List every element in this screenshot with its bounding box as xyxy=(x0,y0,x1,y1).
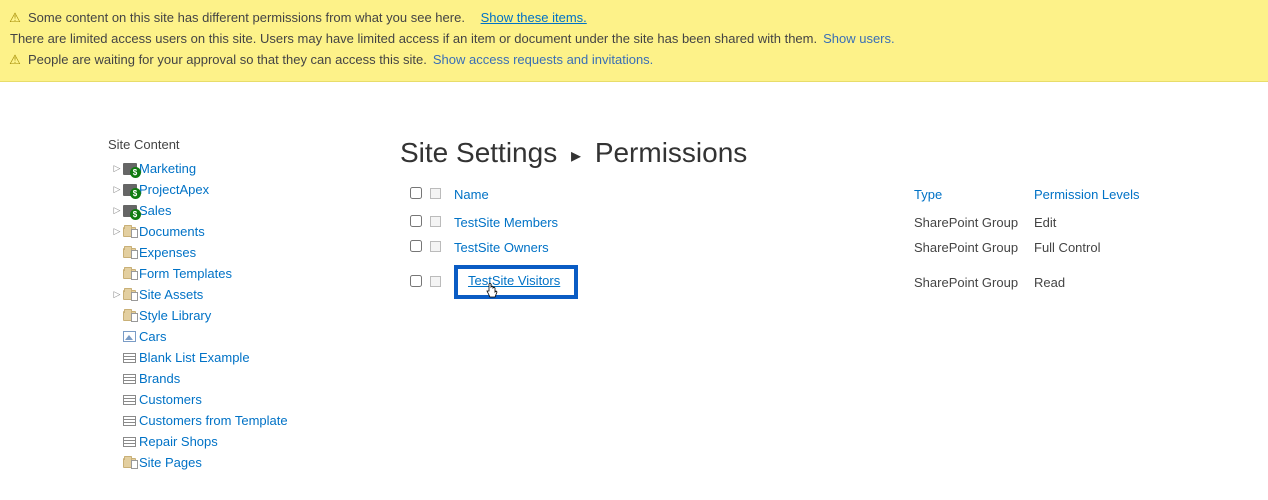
sidebar-item[interactable]: ▷$Marketing xyxy=(108,158,380,179)
sidebar-item-label[interactable]: Expenses xyxy=(139,242,196,263)
show-users-link[interactable]: Show users. xyxy=(823,29,895,49)
expand-caret-icon[interactable]: ▷ xyxy=(112,221,122,242)
sidebar-item[interactable]: ▷$ProjectApex xyxy=(108,179,380,200)
expand-caret-icon[interactable]: ▷ xyxy=(112,179,122,200)
sidebar-item[interactable]: Customers from Template xyxy=(108,410,380,431)
list-icon xyxy=(122,434,137,449)
row-type-icon xyxy=(430,216,441,227)
group-type: SharePoint Group xyxy=(914,235,1034,260)
folder-doc-icon xyxy=(122,287,137,302)
list-icon xyxy=(122,392,137,407)
col-header-name[interactable]: Name xyxy=(454,183,914,210)
sidebar-item-label[interactable]: Documents xyxy=(139,221,205,242)
sidebar-item-label[interactable]: Site Pages xyxy=(139,452,202,473)
folder-doc-icon xyxy=(122,224,137,239)
col-header-level[interactable]: Permission Levels xyxy=(1034,183,1268,210)
sidebar-item-label[interactable]: Cars xyxy=(139,326,166,347)
sidebar-item[interactable]: Style Library xyxy=(108,305,380,326)
sidebar-item-label[interactable]: Sales xyxy=(139,200,172,221)
table-row: TestSite Owners SharePoint GroupFull Cont… xyxy=(400,235,1268,260)
sidebar-item[interactable]: Expenses xyxy=(108,242,380,263)
permission-level: Edit xyxy=(1034,210,1268,235)
group-name-link[interactable]: TestSite Owners xyxy=(454,240,549,255)
sidebar-item-label[interactable]: Repair Shops xyxy=(139,431,218,452)
warning-icon: ⚠ xyxy=(8,50,22,70)
permission-level: Read xyxy=(1034,260,1268,304)
warning-icon: ⚠ xyxy=(8,8,22,28)
header-type-icon xyxy=(430,188,441,199)
highlighted-selection: TestSite Visitors xyxy=(454,265,578,299)
row-checkbox[interactable] xyxy=(410,275,422,287)
sidebar-title: Site Content xyxy=(108,137,380,152)
folder-doc-icon xyxy=(122,245,137,260)
sidebar-item[interactable]: Customers xyxy=(108,389,380,410)
row-checkbox[interactable] xyxy=(410,240,422,252)
sidebar-item-label[interactable]: Marketing xyxy=(139,158,196,179)
folder-doc-icon xyxy=(122,455,137,470)
sidebar-item-label[interactable]: Blank List Example xyxy=(139,347,250,368)
notification-bar: ⚠ Some content on this site has differen… xyxy=(0,0,1268,82)
sidebar-item[interactable]: Repair Shops xyxy=(108,431,380,452)
sidebar-item[interactable]: Form Templates xyxy=(108,263,380,284)
sidebar-item-label[interactable]: ProjectApex xyxy=(139,179,209,200)
expand-caret-icon[interactable]: ▷ xyxy=(112,158,122,179)
sidebar-item[interactable]: Site Pages xyxy=(108,452,380,473)
show-access-requests-link[interactable]: Show access requests and invitations. xyxy=(433,50,653,70)
expand-caret-icon[interactable]: ▷ xyxy=(112,200,122,221)
folder-doc-icon xyxy=(122,308,137,323)
cursor-icon xyxy=(485,283,499,302)
group-type: SharePoint Group xyxy=(914,210,1034,235)
sidebar: Site Content ▷$Marketing▷$ProjectApex▷$S… xyxy=(0,137,380,473)
sidebar-item[interactable]: ▷ Documents xyxy=(108,221,380,242)
group-name-link[interactable]: TestSite Visitors xyxy=(468,273,560,288)
row-checkbox[interactable] xyxy=(410,215,422,227)
notification-text-3: People are waiting for your approval so … xyxy=(28,50,427,70)
permission-level: Full Control xyxy=(1034,235,1268,260)
sidebar-item-label[interactable]: Form Templates xyxy=(139,263,232,284)
breadcrumb: Site Settings ▸ Permissions xyxy=(400,137,1268,169)
select-all-checkbox[interactable] xyxy=(410,187,422,199)
sidebar-item-label[interactable]: Customers xyxy=(139,389,202,410)
main-content: Site Settings ▸ Permissions Name Type Pe… xyxy=(380,137,1268,473)
show-items-link[interactable]: Show these items. xyxy=(481,8,587,28)
sidebar-item[interactable]: Brands xyxy=(108,368,380,389)
notification-text-2: There are limited access users on this s… xyxy=(10,29,817,49)
row-type-icon xyxy=(430,241,441,252)
site-icon: $ xyxy=(122,182,137,197)
site-icon: $ xyxy=(122,161,137,176)
expand-caret-icon[interactable]: ▷ xyxy=(112,284,122,305)
list-icon xyxy=(122,371,137,386)
sidebar-item-label[interactable]: Brands xyxy=(139,368,180,389)
image-icon xyxy=(122,329,137,344)
sidebar-item[interactable]: ▷ Site Assets xyxy=(108,284,380,305)
table-row: TestSite Members SharePoint GroupEdit xyxy=(400,210,1268,235)
sidebar-item[interactable]: Blank List Example xyxy=(108,347,380,368)
notification-text-1: Some content on this site has different … xyxy=(28,8,465,28)
folder-doc-icon xyxy=(122,266,137,281)
sidebar-item[interactable]: ▷$Sales xyxy=(108,200,380,221)
group-type: SharePoint Group xyxy=(914,260,1034,304)
col-header-type[interactable]: Type xyxy=(914,183,1034,210)
group-name-link[interactable]: TestSite Members xyxy=(454,215,558,230)
sidebar-item-label[interactable]: Site Assets xyxy=(139,284,203,305)
permissions-table: Name Type Permission Levels TestSite Mem… xyxy=(400,183,1268,304)
breadcrumb-part-1[interactable]: Site Settings xyxy=(400,137,557,168)
sidebar-item[interactable]: Cars xyxy=(108,326,380,347)
site-icon: $ xyxy=(122,203,137,218)
breadcrumb-part-2: Permissions xyxy=(595,137,747,168)
navigation-tree: ▷$Marketing▷$ProjectApex▷$Sales▷Document… xyxy=(108,158,380,473)
breadcrumb-separator-icon: ▸ xyxy=(571,145,581,167)
row-type-icon xyxy=(430,276,441,287)
sidebar-item-label[interactable]: Customers from Template xyxy=(139,410,288,431)
list-icon xyxy=(122,350,137,365)
table-row: TestSite Visitors SharePoint GroupRead xyxy=(400,260,1268,304)
sidebar-item-label[interactable]: Style Library xyxy=(139,305,211,326)
list-icon xyxy=(122,413,137,428)
